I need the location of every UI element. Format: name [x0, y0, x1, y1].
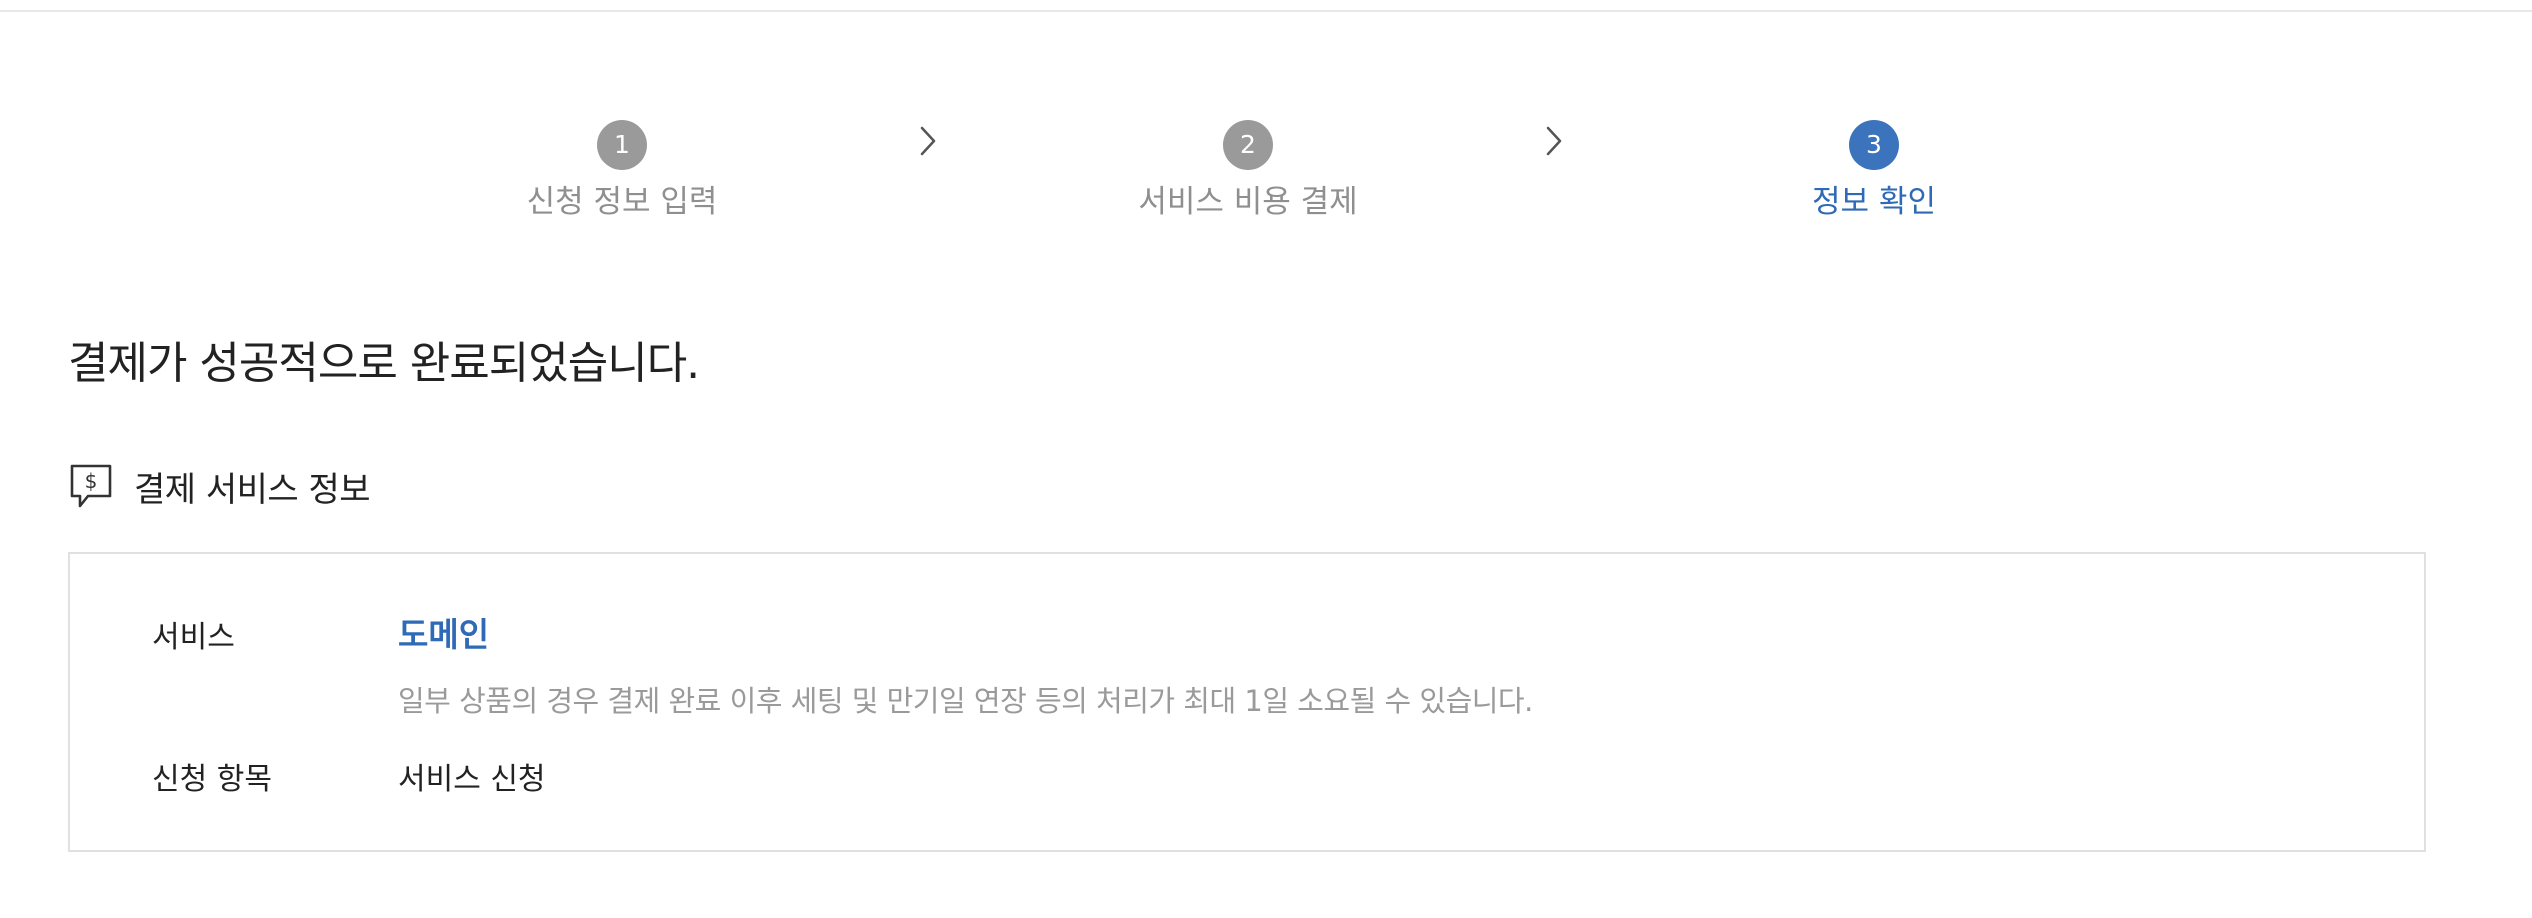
step-2: 2 서비스 비용 결제 — [1048, 120, 1448, 222]
service-label: 서비스 — [152, 620, 235, 655]
svg-text:$: $ — [85, 469, 98, 493]
step-3-label: 정보 확인 — [1812, 184, 1936, 220]
step-1: 1 신청 정보 입력 — [422, 120, 822, 222]
page-title: 결제가 성공적으로 완료되었습니다. — [68, 338, 700, 389]
service-value: 도메인 — [398, 615, 490, 654]
service-note: 일부 상품의 경우 결제 완료 이후 세팅 및 만기일 연장 등의 처리가 최대… — [398, 684, 1533, 718]
section-title: 결제 서비스 정보 — [134, 469, 371, 510]
step-2-label: 서비스 비용 결제 — [1138, 184, 1358, 220]
top-divider — [0, 10, 2532, 12]
step-2-number: 2 — [1223, 120, 1273, 170]
payment-info-box: 서비스 도메인 일부 상품의 경우 결제 완료 이후 세팅 및 만기일 연장 등… — [68, 552, 2426, 852]
request-item-label: 신청 항목 — [152, 762, 272, 797]
payment-dollar-chat-icon: $ — [70, 464, 112, 508]
step-1-label: 신청 정보 입력 — [526, 184, 718, 220]
step-3-number: 3 — [1849, 120, 1899, 170]
chevron-right-icon — [1546, 126, 1562, 156]
step-3: 3 정보 확인 — [1674, 120, 2074, 222]
chevron-right-icon — [920, 126, 936, 156]
request-item-value: 서비스 신청 — [398, 762, 546, 797]
section-header: $ 결제 서비스 정보 — [68, 462, 371, 510]
step-1-number: 1 — [597, 120, 647, 170]
payment-complete-page: 1 신청 정보 입력 2 서비스 비용 결제 3 정보 확인 결제가 성공적으로… — [0, 0, 2532, 918]
